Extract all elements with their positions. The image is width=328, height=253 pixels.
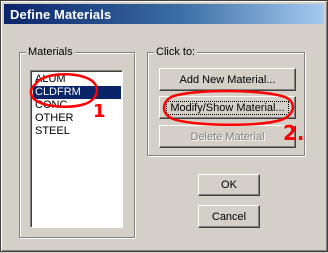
define-materials-dialog: Define Materials Materials ALUM CLDFRM C…	[0, 0, 328, 252]
dialog-title: Define Materials	[10, 6, 112, 22]
delete-material-button[interactable]: Delete Material	[159, 125, 296, 148]
materials-list[interactable]: ALUM CLDFRM CONC OTHER STEEL	[30, 70, 123, 228]
cancel-label: Cancel	[211, 210, 247, 223]
title-bar[interactable]: Define Materials	[4, 4, 324, 24]
ok-button[interactable]: OK	[198, 174, 260, 196]
ok-label: OK	[221, 179, 237, 191]
material-item-alum[interactable]: ALUM	[33, 73, 121, 86]
add-new-material-label: Add New Material...	[179, 73, 276, 86]
delete-material-label: Delete Material	[190, 130, 265, 143]
materials-group-label: Materials	[26, 46, 75, 58]
modify-show-material-button[interactable]: Modify/Show Material...	[159, 96, 296, 119]
material-item-cldfrm[interactable]: CLDFRM	[33, 86, 121, 99]
material-item-steel[interactable]: STEEL	[33, 125, 121, 138]
annotation-marker-2: 2.	[283, 121, 305, 145]
material-item-other[interactable]: OTHER	[33, 112, 121, 125]
add-new-material-button[interactable]: Add New Material...	[159, 68, 296, 91]
material-item-conc[interactable]: CONC	[33, 99, 121, 112]
annotation-marker-1: 1	[93, 101, 106, 122]
modify-show-material-label: Modify/Show Material...	[166, 100, 289, 115]
click-to-group-label: Click to:	[154, 46, 198, 58]
cancel-button[interactable]: Cancel	[198, 205, 260, 228]
